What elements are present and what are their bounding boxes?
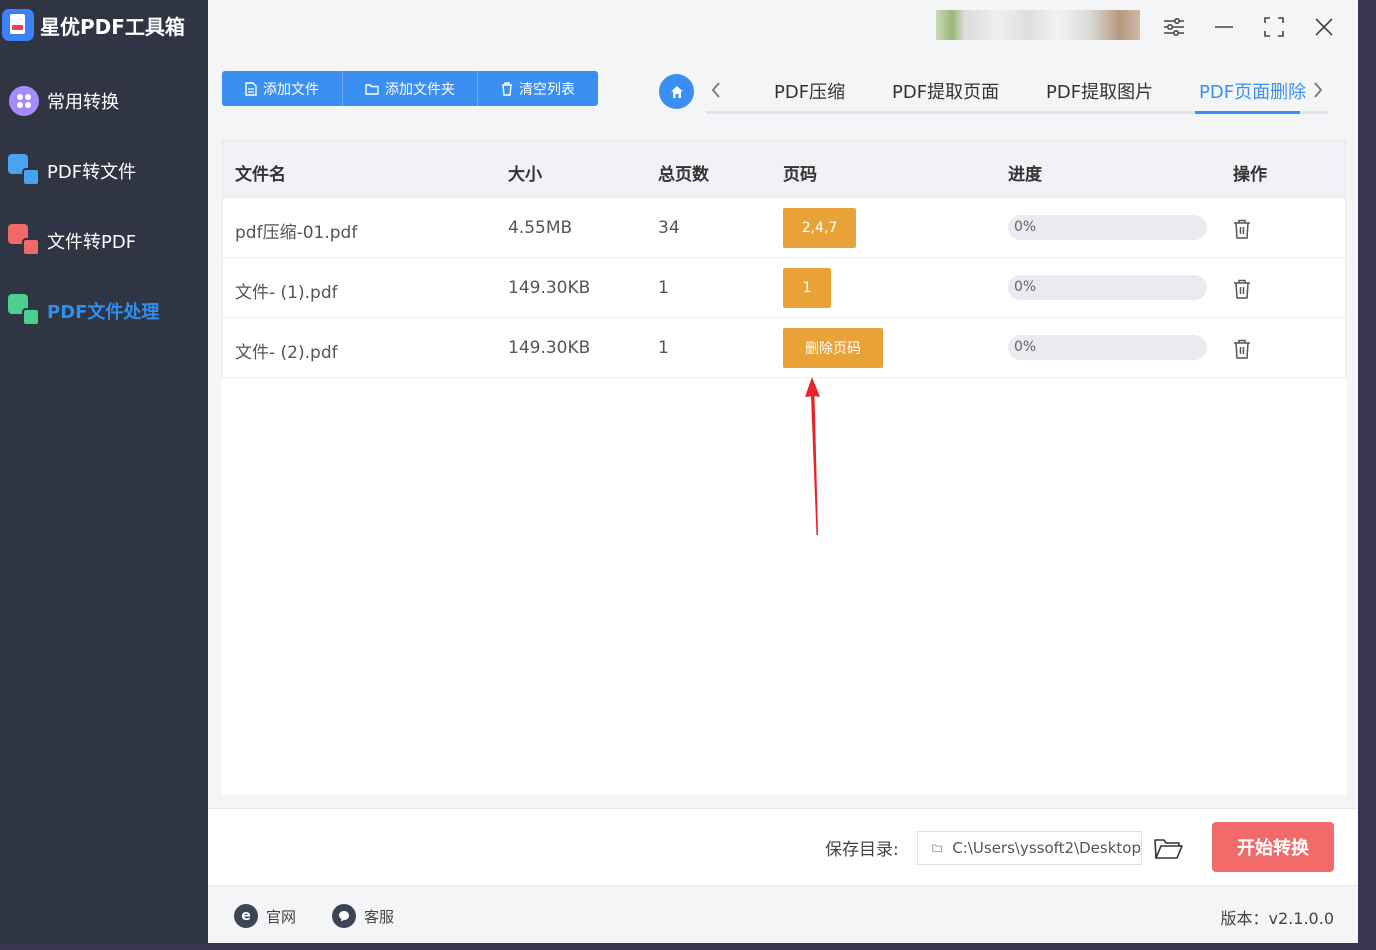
add-folder-label: 添加文件夹 (385, 81, 455, 98)
maximize-icon[interactable] (1257, 10, 1291, 44)
delete-row-trash-icon[interactable] (1233, 279, 1251, 299)
minimize-icon[interactable] (1207, 10, 1241, 44)
table-header: 文件名 大小 总页数 页码 进度 操作 (222, 140, 1346, 198)
table-row: 文件- (1).pdf 149.30KB 1 1 0% (222, 258, 1346, 318)
tab-pdf-delete-pages[interactable]: PDF页面删除 (1199, 78, 1306, 103)
app-title: 星优PDF工具箱 (2, 6, 185, 44)
tab-pdf-extract-pages[interactable]: PDF提取页面 (892, 78, 999, 103)
sidebar-item-pdf-process[interactable]: PDF文件处理 (8, 291, 208, 331)
file-icon (245, 81, 257, 96)
home-button[interactable] (659, 74, 694, 109)
trash-icon (502, 81, 512, 96)
browse-folder-icon[interactable] (1153, 834, 1183, 862)
browser-e-icon: e (234, 904, 258, 928)
start-convert-button[interactable]: 开始转换 (1212, 822, 1334, 872)
file-size: 149.30KB (508, 278, 591, 298)
grid-icon (8, 84, 42, 118)
home-icon (670, 85, 683, 98)
save-directory-input[interactable]: C:\Users\yssoft2\Desktop (917, 831, 1142, 865)
app-logo-icon (2, 9, 34, 41)
file-toolbar: 添加文件 添加文件夹 清空列表 (222, 71, 598, 106)
column-header-name: 文件名 (235, 165, 286, 185)
file-name: 文件- (2).pdf (235, 343, 338, 363)
folder-icon (932, 844, 943, 853)
progress-bar: 0% (1008, 215, 1207, 240)
clear-list-label: 清空列表 (519, 81, 575, 98)
delete-row-trash-icon[interactable] (1233, 339, 1251, 359)
version-text: 版本：v2.1.0.0 (1220, 909, 1334, 928)
folder-icon (365, 83, 379, 95)
pdf-to-file-icon (8, 154, 42, 188)
sidebar: 星优PDF工具箱 常用转换 PDF转文件 文件转PDF PDF文件处理 (0, 0, 208, 943)
user-avatar-blurred[interactable] (936, 10, 1140, 40)
file-list-panel: 文件名 大小 总页数 页码 进度 操作 pdf压缩-01.pdf 4.55MB … (222, 140, 1346, 795)
column-header-progress: 进度 (1008, 165, 1042, 185)
app-window: 星优PDF工具箱 常用转换 PDF转文件 文件转PDF PDF文件处理 添加文件… (0, 0, 1358, 943)
tabs-next-arrow-icon[interactable] (1308, 78, 1328, 102)
table-row: pdf压缩-01.pdf 4.55MB 34 2,4,7 0% (222, 198, 1346, 258)
pdf-process-icon (8, 294, 42, 328)
delete-row-trash-icon[interactable] (1233, 219, 1251, 239)
file-size: 149.30KB (508, 338, 591, 358)
app-name: 星优PDF工具箱 (40, 14, 185, 39)
progress-text: 0% (1014, 279, 1037, 295)
clear-list-button[interactable]: 清空列表 (478, 71, 598, 106)
progress-text: 0% (1014, 219, 1037, 235)
support-label: 客服 (364, 907, 395, 926)
add-file-label: 添加文件 (263, 81, 319, 98)
sidebar-item-label: PDF转文件 (47, 162, 137, 183)
support-link[interactable]: 客服 (332, 904, 394, 928)
file-pages: 1 (658, 278, 669, 298)
sidebar-item-label: 文件转PDF (47, 232, 137, 253)
page-code-button[interactable]: 2,4,7 (783, 208, 856, 248)
table-row: 文件- (2).pdf 149.30KB 1 删除页码 0% (222, 318, 1346, 378)
column-header-action: 操作 (1233, 165, 1267, 185)
delete-page-code-button[interactable]: 删除页码 (783, 328, 883, 368)
sidebar-item-common-convert[interactable]: 常用转换 (8, 81, 208, 121)
progress-bar: 0% (1008, 275, 1207, 300)
sidebar-item-pdf-to-file[interactable]: PDF转文件 (8, 151, 208, 191)
file-name: pdf压缩-01.pdf (235, 223, 358, 243)
add-file-button[interactable]: 添加文件 (222, 71, 343, 106)
website-link[interactable]: e 官网 (234, 904, 296, 928)
column-header-page-code: 页码 (783, 165, 817, 185)
close-icon[interactable] (1307, 10, 1341, 44)
column-header-size: 大小 (508, 165, 542, 185)
save-options-bar: 保存目录: C:\Users\yssoft2\Desktop 开始转换 (208, 808, 1358, 885)
progress-text: 0% (1014, 339, 1037, 355)
file-pages: 1 (658, 338, 669, 358)
sidebar-item-label: PDF文件处理 (47, 302, 160, 323)
footer: e 官网 客服 版本：v2.1.0.0 (208, 885, 1358, 943)
save-directory-label: 保存目录: (825, 840, 899, 860)
column-header-pages: 总页数 (658, 165, 709, 185)
add-folder-button[interactable]: 添加文件夹 (343, 71, 478, 106)
file-pages: 34 (658, 218, 680, 238)
sidebar-item-label: 常用转换 (47, 92, 119, 113)
tab-pdf-compress[interactable]: PDF压缩 (774, 78, 845, 103)
page-code-button[interactable]: 1 (783, 268, 831, 308)
save-directory-value: C:\Users\yssoft2\Desktop (952, 839, 1141, 857)
chat-bubble-icon (332, 904, 356, 928)
settings-sliders-icon[interactable] (1157, 10, 1191, 44)
annotation-arrow-icon (805, 377, 820, 535)
website-label: 官网 (266, 907, 297, 926)
sidebar-item-file-to-pdf[interactable]: 文件转PDF (8, 221, 208, 261)
active-tab-indicator (1195, 111, 1300, 114)
file-name: 文件- (1).pdf (235, 283, 338, 303)
tabs-prev-arrow-icon[interactable] (706, 78, 726, 102)
file-size: 4.55MB (508, 218, 573, 238)
tab-pdf-extract-images[interactable]: PDF提取图片 (1046, 78, 1153, 103)
file-to-pdf-icon (8, 224, 42, 258)
progress-bar: 0% (1008, 335, 1207, 360)
